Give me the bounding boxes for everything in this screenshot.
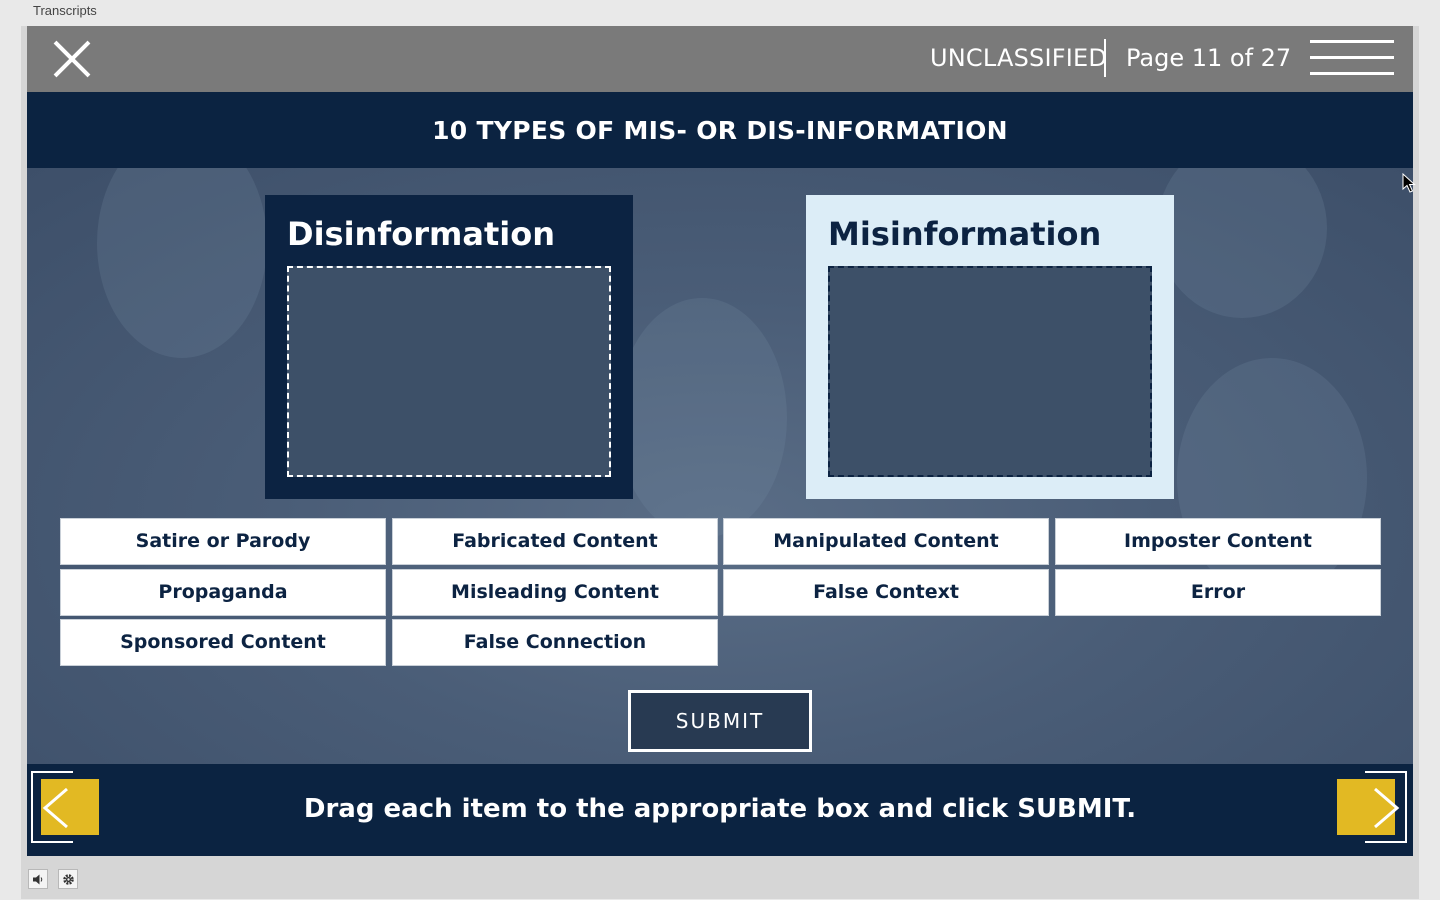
hamburger-menu-icon[interactable]: [1310, 40, 1394, 76]
drag-item-imposter-content[interactable]: Imposter Content: [1055, 518, 1381, 565]
instruction-text: Drag each item to the appropriate box an…: [303, 794, 1137, 824]
disinformation-panel: Disinformation: [265, 195, 633, 499]
background-illustration: [1157, 168, 1327, 318]
player-footer: [21, 856, 1419, 899]
activity-stage: Disinformation Misinformation Satire or …: [27, 168, 1413, 764]
misinformation-drop-zone[interactable]: [828, 266, 1152, 477]
chevron-right-icon: [1374, 787, 1400, 829]
misinformation-panel: Misinformation: [806, 195, 1174, 499]
drag-item-propaganda[interactable]: Propaganda: [60, 569, 386, 616]
disinformation-title: Disinformation: [287, 215, 555, 253]
disinformation-drop-zone[interactable]: [287, 266, 611, 477]
transcripts-label[interactable]: Transcripts: [33, 3, 97, 18]
title-bar: 10 TYPES OF MIS- OR DIS-INFORMATION: [27, 92, 1413, 168]
gear-icon[interactable]: [58, 869, 78, 889]
background-illustration: [97, 168, 267, 358]
page-title: 10 TYPES OF MIS- OR DIS-INFORMATION: [432, 116, 1008, 145]
volume-icon[interactable]: [28, 869, 48, 889]
close-icon[interactable]: [53, 40, 91, 78]
drag-item-error[interactable]: Error: [1055, 569, 1381, 616]
page-counter: Page 11 of 27: [1126, 44, 1292, 72]
submit-button[interactable]: SUBMIT: [628, 690, 812, 752]
drag-item-manipulated-content[interactable]: Manipulated Content: [723, 518, 1049, 565]
bottom-bar: Drag each item to the appropriate box an…: [27, 764, 1413, 856]
course-player: UNCLASSIFIED Page 11 of 27 10 TYPES OF M…: [21, 26, 1419, 899]
drag-item-misleading-content[interactable]: Misleading Content: [392, 569, 718, 616]
mouse-cursor-icon: [1402, 173, 1416, 193]
drag-item-satire-or-parody[interactable]: Satire or Parody: [60, 518, 386, 565]
top-bar: UNCLASSIFIED Page 11 of 27: [27, 26, 1413, 92]
next-page-button[interactable]: [1337, 771, 1409, 845]
drag-item-fabricated-content[interactable]: Fabricated Content: [392, 518, 718, 565]
drag-item-sponsored-content[interactable]: Sponsored Content: [60, 619, 386, 666]
misinformation-title: Misinformation: [828, 215, 1102, 253]
classification-label: UNCLASSIFIED: [930, 44, 1108, 72]
drag-item-false-connection[interactable]: False Connection: [392, 619, 718, 666]
background-illustration: [617, 298, 787, 538]
header-divider: [1104, 39, 1106, 77]
drag-item-false-context[interactable]: False Context: [723, 569, 1049, 616]
